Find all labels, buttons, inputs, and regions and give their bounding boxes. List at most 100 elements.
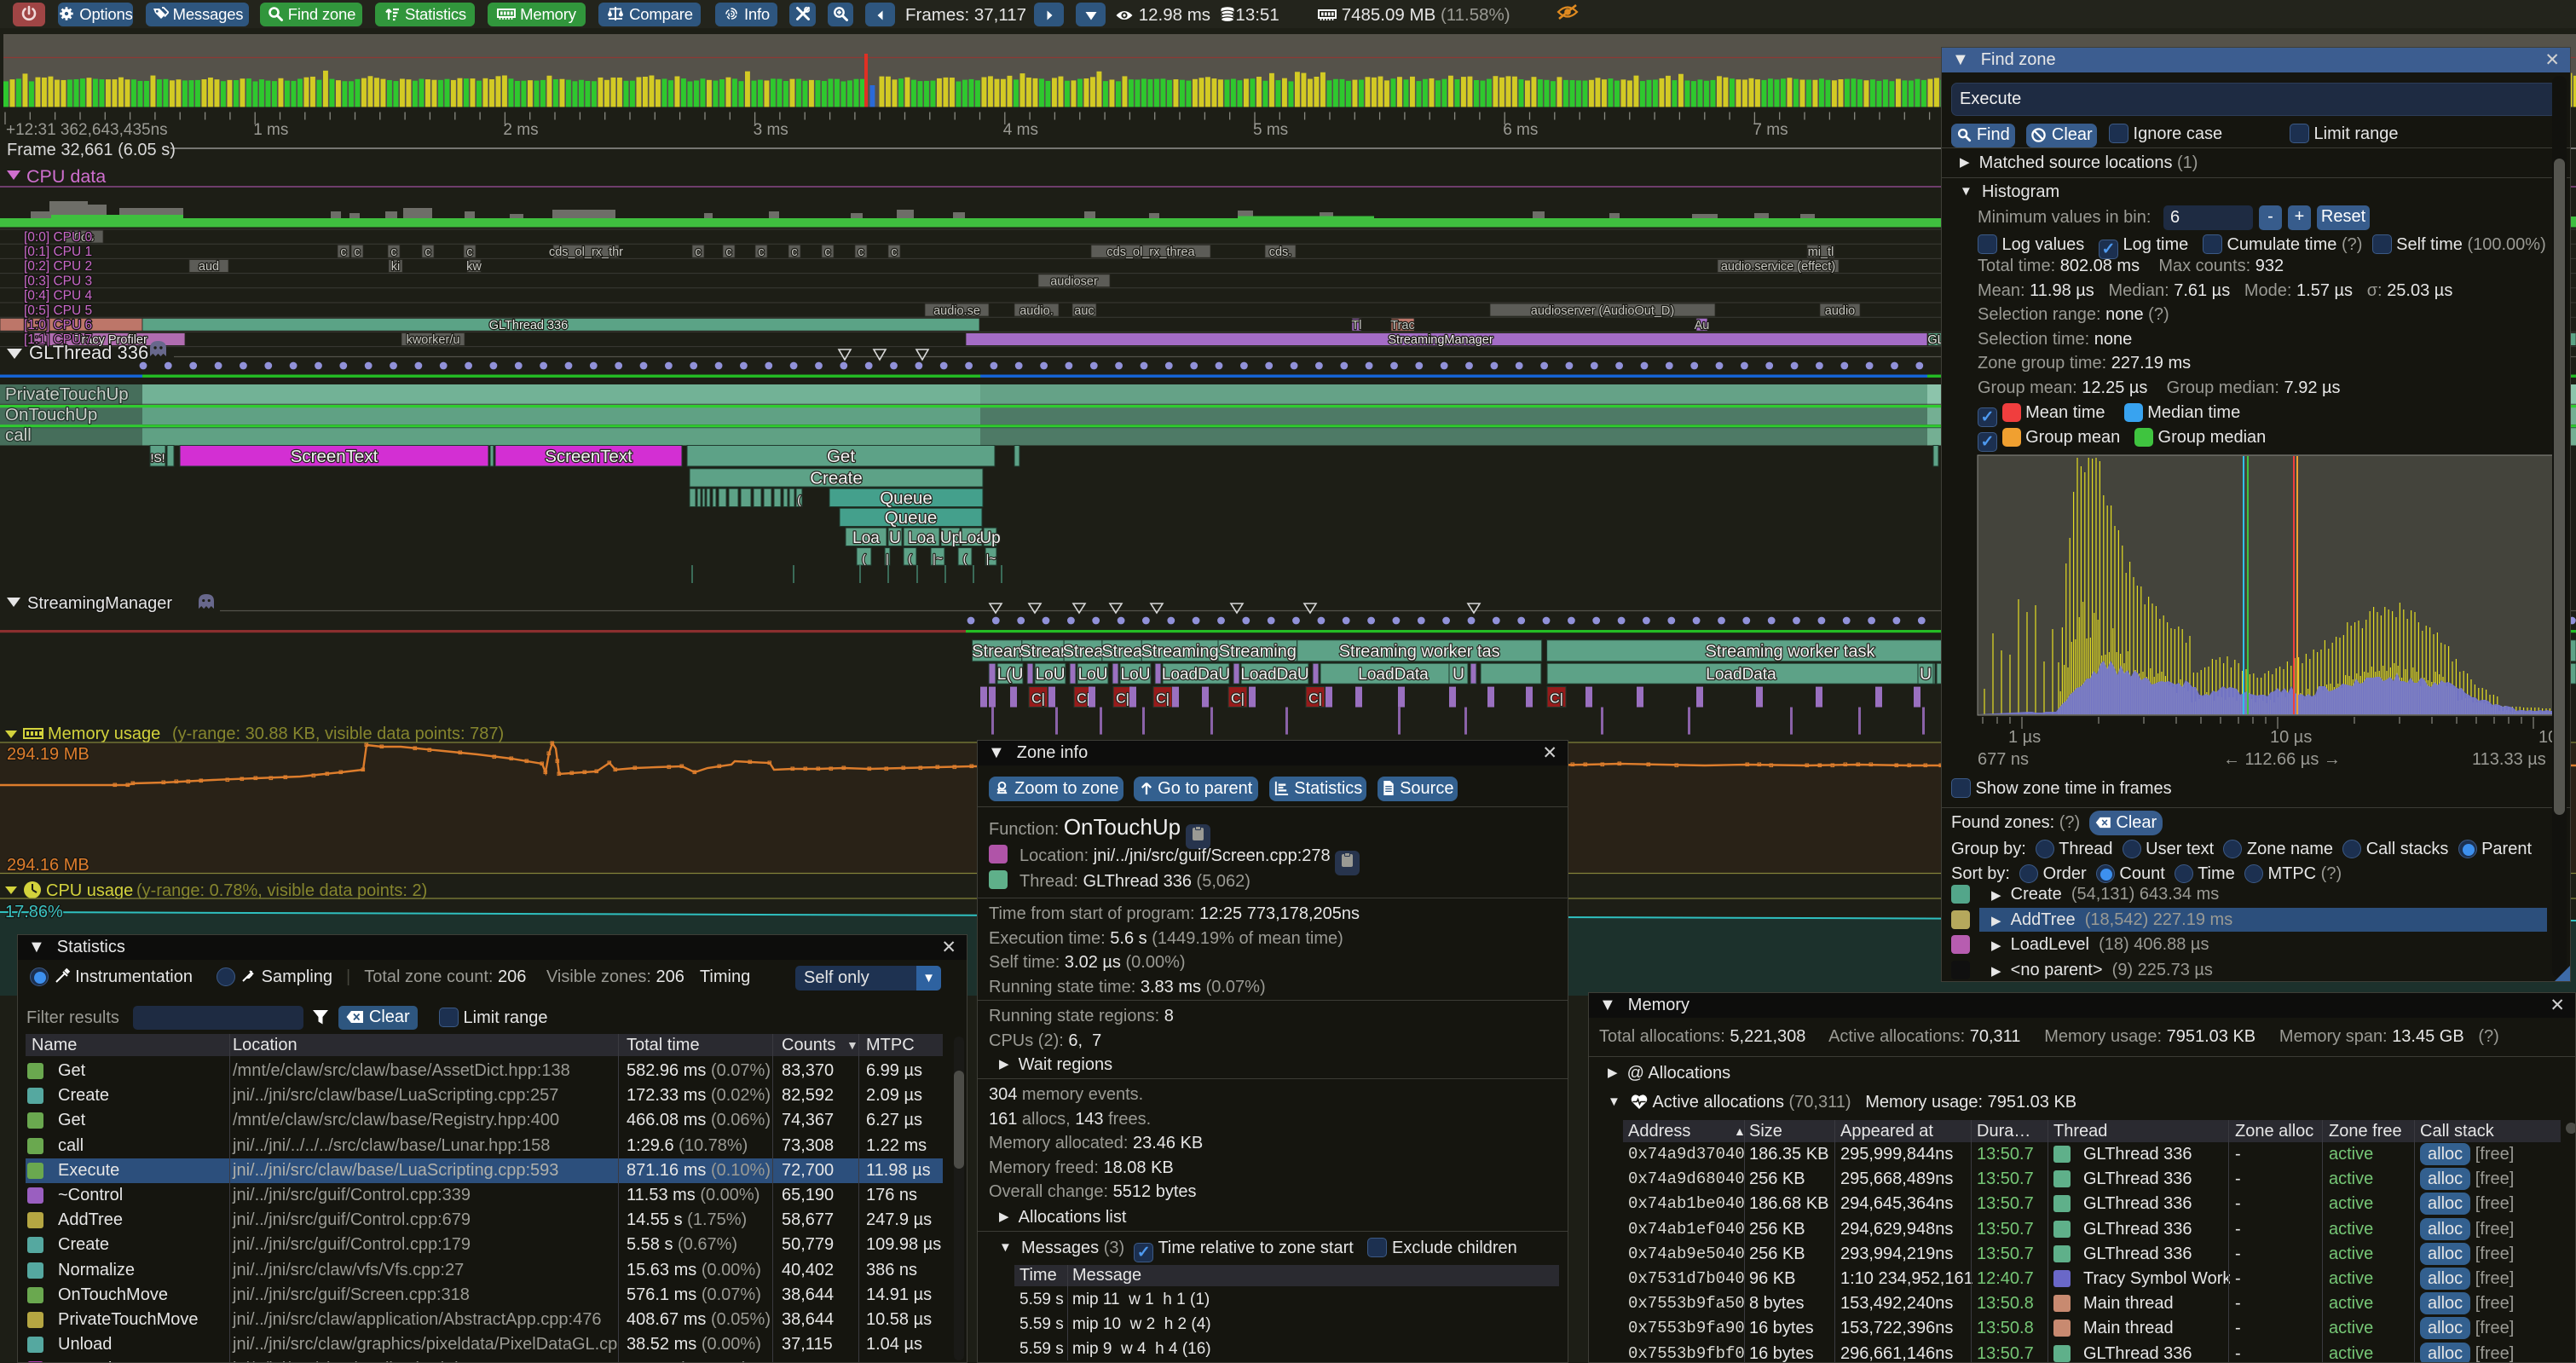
svg-text:(: ( [963, 552, 967, 565]
svg-text:PrivateTouchUp: PrivateTouchUp [5, 384, 129, 404]
svg-text:C|: C| [1550, 692, 1563, 707]
svg-text:4 ms: 4 ms [1003, 121, 1038, 139]
svg-text:mi_tl: mi_tl [1808, 245, 1834, 259]
svg-text:U: U [889, 529, 901, 547]
svg-text:ki: ki [391, 260, 400, 274]
svg-text:C|: C| [1156, 692, 1170, 707]
svg-text:[0:4] CPU 4: [0:4] CPU 4 [24, 289, 92, 303]
svg-text:(y-range: 30.88 KB, visible da: (y-range: 30.88 KB, visible data points:… [172, 725, 504, 743]
svg-text:kw: kw [466, 260, 482, 274]
svg-text:Strean: Strean [972, 642, 1022, 661]
svg-text:294.19 MB: 294.19 MB [7, 745, 90, 764]
svg-text:c: c [758, 245, 764, 259]
svg-text:cds_ol_rx_thr: cds_ol_rx_thr [549, 245, 623, 259]
svg-text:Up: Up [979, 529, 1000, 547]
svg-text:c: c [891, 245, 897, 259]
svg-text:Streaming worker tas: Streaming worker tas [1339, 642, 1500, 661]
svg-text:audio.service (effect): audio.service (effect) [1721, 260, 1835, 274]
svg-text:LoU: LoU [1121, 666, 1151, 684]
svg-text:ScreenText: ScreenText [545, 447, 632, 466]
svg-text:c: c [695, 245, 701, 259]
svg-text:[0:0] CPU 0: [0:0] CPU 0 [24, 230, 92, 245]
svg-text:!S!: !S! [150, 451, 165, 465]
svg-text:c: c [340, 245, 346, 259]
svg-text:7 ms: 7 ms [1753, 121, 1788, 139]
svg-text:Queue: Queue [880, 488, 933, 508]
svg-text:C|: C| [1116, 692, 1129, 707]
svg-text:audio.se: audio.se [933, 304, 980, 318]
svg-text:1 ms: 1 ms [253, 121, 288, 139]
svg-text:cds_ol_rx_threa: cds_ol_rx_threa [1106, 245, 1195, 259]
svg-text:(: ( [862, 552, 866, 565]
svg-text:Memory usage: Memory usage [48, 725, 160, 743]
svg-text:LoadDaU: LoadDaU [1240, 666, 1308, 684]
svg-text:Queue: Queue [885, 508, 938, 528]
svg-text:Loa: Loa [852, 529, 880, 547]
svg-text:|~: |~ [986, 552, 996, 565]
svg-text:(: ( [797, 493, 801, 506]
svg-text:c: c [858, 245, 863, 259]
svg-text:LoadDaU: LoadDaU [1162, 666, 1230, 684]
svg-text:U: U [1920, 666, 1932, 684]
svg-text:Streaming: Streaming [1141, 642, 1219, 661]
svg-text:Frame 32,661 (6.05 s): Frame 32,661 (6.05 s) [7, 141, 176, 159]
svg-text:(y-range: 0.78%, visible data: (y-range: 0.78%, visible data points: 2) [136, 881, 427, 900]
svg-text:kworker/u: kworker/u [407, 333, 460, 347]
svg-text:c: c [466, 245, 472, 259]
svg-text:ScreenText: ScreenText [291, 447, 378, 466]
svg-text:GLThread 336: GLThread 336 [29, 342, 148, 363]
svg-text:CPU data: CPU data [26, 166, 106, 187]
svg-text:Strea: Strea [1063, 642, 1105, 661]
svg-text:Strear: Strear [1019, 642, 1066, 661]
svg-text:5 ms: 5 ms [1253, 121, 1288, 139]
svg-text:Create: Create [810, 468, 863, 488]
svg-text:U: U [1453, 666, 1464, 684]
svg-text:C|: C| [1077, 692, 1090, 707]
svg-text:Strea: Strea [1101, 642, 1143, 661]
svg-text:c: c [354, 245, 360, 259]
svg-text:[0:5] CPU 5: [0:5] CPU 5 [24, 303, 92, 318]
svg-text:Tl: Tl [1351, 319, 1361, 332]
svg-text:c: c [725, 245, 731, 259]
svg-text:call: call [5, 425, 32, 445]
svg-text:[0:1] CPU 1: [0:1] CPU 1 [24, 245, 92, 259]
svg-text:Streaming worker task: Streaming worker task [1706, 642, 1876, 661]
svg-text:[1:0] CPU 6: [1:0] CPU 6 [24, 318, 92, 332]
svg-text:Get: Get [827, 447, 855, 466]
svg-text:Trac: Trac [1390, 319, 1414, 332]
svg-text:Loa: Loa [908, 529, 935, 547]
svg-text:+12:31 362,643,435ns: +12:31 362,643,435ns [6, 121, 168, 139]
svg-text:c: c [390, 245, 396, 259]
svg-text:auc: auc [1074, 304, 1094, 318]
svg-text:StreamingManager: StreamingManager [1388, 333, 1493, 347]
svg-text:cds.: cds. [1269, 245, 1292, 259]
svg-text:Streaming: Streaming [1219, 642, 1297, 661]
svg-text:audio.: audio. [1019, 304, 1054, 318]
svg-text:LoU: LoU [1036, 666, 1066, 684]
svg-text:audioserver (AudioOut_D): audioserver (AudioOut_D) [1531, 304, 1674, 318]
svg-text:C|: C| [1231, 692, 1245, 707]
svg-text:audioser: audioser [1050, 274, 1098, 288]
svg-text:LoadData: LoadData [1358, 666, 1429, 684]
svg-text:[0:3] CPU 3: [0:3] CPU 3 [24, 274, 92, 288]
svg-text:StreamingManager: StreamingManager [27, 594, 172, 613]
svg-text:[0:2] CPU 2: [0:2] CPU 2 [24, 259, 92, 274]
svg-text:2 ms: 2 ms [503, 121, 538, 139]
svg-text:c: c [791, 245, 797, 259]
svg-text:LoU: LoU [1078, 666, 1108, 684]
svg-text:(: ( [908, 552, 912, 565]
svg-text:Au: Au [1695, 319, 1710, 332]
svg-text:|: | [886, 552, 889, 565]
svg-text:aud: aud [199, 260, 219, 274]
svg-text:C|: C| [1031, 692, 1045, 707]
svg-text:LoadData: LoadData [1706, 666, 1776, 684]
svg-text:C|: C| [1308, 692, 1322, 707]
svg-text:OnTouchUp: OnTouchUp [5, 405, 97, 424]
svg-text:L(U: L(U [997, 666, 1024, 684]
svg-text:CPU usage: CPU usage [46, 881, 133, 900]
svg-text:c: c [824, 245, 830, 259]
svg-text:c: c [425, 245, 430, 259]
svg-text:17.86%: 17.86% [5, 903, 63, 921]
svg-text:GLThread 336: GLThread 336 [489, 319, 568, 332]
svg-text:6 ms: 6 ms [1503, 121, 1538, 139]
